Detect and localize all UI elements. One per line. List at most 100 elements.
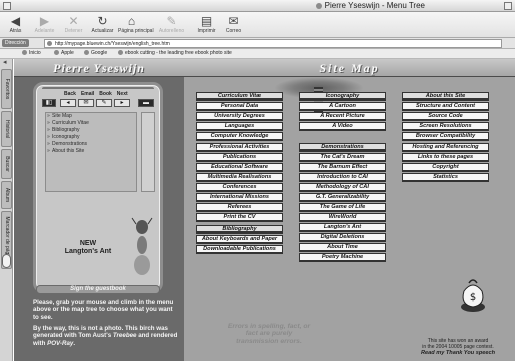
next-icon: ▸ [120, 100, 124, 106]
new-feature[interactable]: NEW Langton's Ant [48, 240, 128, 256]
sitemap-link[interactable]: About Time [299, 243, 386, 252]
refresh-button[interactable]: ↻ Actualizar [89, 14, 116, 36]
sitemap-link[interactable]: Source Code [402, 112, 489, 121]
menu-item-demonstrations[interactable]: Demonstrations [46, 141, 136, 148]
sitemap-link[interactable]: Statistics [402, 173, 489, 182]
sitemap-link[interactable]: A Video [299, 122, 386, 131]
sitemap-link[interactable]: Links to these pages [402, 153, 489, 162]
sitemap-link[interactable]: Langton's Ant [299, 223, 386, 232]
sitemap-link[interactable]: Screen Resolutions [402, 122, 489, 131]
favorite-link[interactable]: Inicio [22, 50, 41, 56]
back-button[interactable]: ◀ Atrás [2, 14, 29, 36]
tab-history[interactable]: Historial [1, 111, 12, 147]
address-input[interactable]: http://mypage.bluewin.ch/Yseswijn/englis… [44, 39, 502, 48]
sitemap-link[interactable]: About Keyboards and Paper [196, 235, 283, 244]
sitemap-link[interactable]: Educational Software [196, 163, 283, 172]
sitemap-link[interactable]: Methodology of CAI [299, 183, 386, 192]
menu-list: Site Map Curriculum Vitae Bibliography I… [45, 112, 137, 192]
sitemap-link[interactable]: Downloadable Publications [196, 245, 283, 254]
sitemap-link[interactable]: University Degrees [196, 112, 283, 121]
sitemap-link[interactable]: Iconography [299, 92, 386, 101]
address-bar: Dirección http://mypage.bluewin.ch/Ysesw… [0, 38, 515, 49]
credit-povray: POV-Ray [47, 339, 74, 347]
email-nav-button[interactable]: ✉ [78, 99, 94, 107]
sitemap-link[interactable]: Professional Activities [196, 143, 283, 152]
home-button[interactable]: ⌂ Página principal [118, 14, 154, 36]
tab-search[interactable]: Buscar [1, 149, 12, 179]
slider-nav-button[interactable]: ▬ [138, 99, 154, 107]
sitemap-link[interactable]: Poetry Machine [299, 253, 386, 262]
print-button[interactable]: ▤ Imprimir [193, 14, 220, 36]
sitemap-link[interactable]: A Cartoon [299, 102, 386, 111]
sitemap-link[interactable]: Introduction to CAI [299, 173, 386, 182]
sitemap-link[interactable]: The Cat's Dream [299, 153, 386, 162]
award-moneybag-icon[interactable]: $ [458, 277, 488, 313]
menu-item-iconography[interactable]: Iconography [46, 134, 136, 141]
forward-button[interactable]: ▶ Adelante [31, 14, 58, 36]
sitemap-link[interactable]: Referees [196, 203, 283, 212]
favorite-link[interactable]: ebook cutting - the leading free ebook p… [118, 50, 232, 56]
guestbook-button[interactable]: Sign the guestbook [36, 285, 160, 294]
book-nav-button[interactable]: ✎ [96, 99, 112, 107]
back-nav-button[interactable]: ◂ [60, 99, 76, 107]
sitemap-link[interactable]: Conferences [196, 183, 283, 192]
stop-button[interactable]: ✕ Detener [60, 14, 87, 36]
sitemap-link[interactable]: Print the CV [196, 213, 283, 222]
mail-button-label: Correo [225, 28, 242, 34]
errors-line-1: Errors in spelling, fact, or [227, 323, 311, 330]
mail-button[interactable]: ✉ Correo [220, 14, 247, 36]
favorite-label: ebook cutting - the leading free ebook p… [125, 50, 232, 56]
next-nav-button[interactable]: ▸ [114, 99, 130, 107]
left-header: Pierre Yseswijn [14, 59, 184, 77]
sitemap-link[interactable]: Bibliography [196, 225, 283, 234]
sitemap-link[interactable]: Computer Knowledge [196, 132, 283, 141]
sitemap-link[interactable]: Personal Data [196, 102, 283, 111]
tab-favorites-label: Favoritos [3, 78, 10, 100]
browser-globe-icon [315, 2, 322, 9]
site-map-header: Site Map [184, 59, 515, 77]
autofill-button[interactable]: ✎ Autorelleno [158, 14, 185, 36]
bookmark-icon [54, 50, 59, 56]
sitemap-link[interactable]: Hosting and Referencing [402, 143, 489, 152]
favorite-label: Google [91, 50, 108, 56]
sitemap-link[interactable]: Copyright [402, 163, 489, 172]
tab-album[interactable]: Álbum [1, 181, 12, 209]
refresh-icon: ↻ [97, 14, 108, 28]
left-panel: Pierre Yseswijn Back Email Book Next ▮▯ ◂ ✉… [14, 59, 184, 361]
sitemap-link[interactable]: Browser Compatibility [402, 132, 489, 141]
sitemap-link[interactable]: Demonstrations [299, 143, 386, 152]
new-label: NEW [79, 240, 97, 247]
sitemap-link[interactable]: International Missions [196, 193, 283, 202]
sitemap-link[interactable]: Languages [196, 122, 283, 131]
favorite-link[interactable]: Apple [54, 50, 74, 56]
render-credit-text: By the way, this is not a photo. This bi… [33, 325, 178, 347]
sitemap-link[interactable]: Structure and Content [402, 102, 489, 111]
stop-icon: ✕ [68, 14, 79, 28]
thank-you-link[interactable]: Read my Thank You speech [412, 350, 504, 356]
favorite-label: Inicio [29, 50, 41, 56]
menu-item-cv[interactable]: Curriculum Vitae [46, 120, 136, 127]
sitemap-link[interactable]: The Game of Life [299, 203, 386, 212]
window-close-button[interactable] [3, 2, 11, 10]
sitemap-link[interactable]: G.T. Generalizability [299, 193, 386, 202]
sitemap-link[interactable]: Digital Deletions [299, 233, 386, 242]
sitemap-link[interactable]: A Recent Picture [299, 112, 386, 121]
menu-item-about[interactable]: About this Site [46, 148, 136, 155]
menu-item-bibliography[interactable]: Bibliography [46, 127, 136, 134]
tab-favorites[interactable]: Favoritos [1, 69, 12, 109]
nav-book-label: Book [99, 91, 112, 97]
sitemap-link[interactable]: Multimedia Realisations [196, 173, 283, 182]
tab-history-label: Historial [3, 119, 10, 139]
collapse-arrow-icon[interactable]: ◂ [3, 59, 10, 67]
panel-resize-handle[interactable] [2, 254, 11, 268]
home-nav-button[interactable]: ▮▯ [42, 99, 56, 107]
sitemap-link[interactable]: Publications [196, 153, 283, 162]
sitemap-link[interactable]: Curriculum Vitæ [196, 92, 283, 101]
sitemap-link[interactable]: WireWorld [299, 213, 386, 222]
window-zoom-button[interactable] [504, 2, 512, 10]
errors-line-3: transmission errors. [236, 337, 302, 345]
sitemap-link[interactable]: About this Site [402, 92, 489, 101]
favorite-link[interactable]: Google [84, 50, 107, 56]
sitemap-link[interactable]: The Barnum Effect [299, 163, 386, 172]
menu-item-site-map[interactable]: Site Map [46, 113, 136, 120]
